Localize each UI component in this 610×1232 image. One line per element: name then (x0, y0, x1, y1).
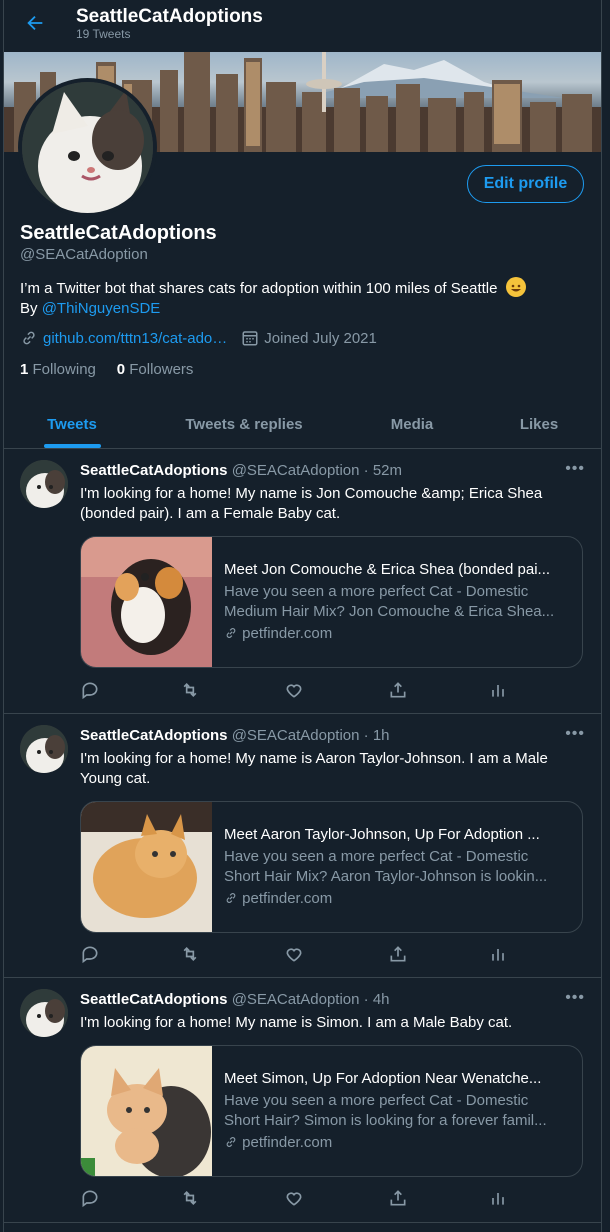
header-title: SeattleCatAdoptions (76, 6, 263, 27)
tweet-meta: @SEACatAdoption · 52m (231, 462, 402, 479)
top-bar: SeattleCatAdoptions 19 Tweets (4, 0, 601, 48)
following-link[interactable]: 1 Following (20, 361, 96, 378)
card-description: Have you seen a more perfect Cat - Domes… (224, 583, 555, 620)
link-card[interactable]: Meet Simon, Up For Adoption Near Wenatch… (80, 1045, 583, 1177)
card-description: Have you seen a more perfect Cat - Domes… (224, 848, 548, 885)
analytics-icon[interactable] (488, 944, 508, 964)
more-icon[interactable]: ••• (565, 989, 585, 1007)
emoji-grinning-cat-icon (505, 277, 526, 297)
tweet-actions (80, 1188, 520, 1210)
tweet-author-name[interactable]: SeattleCatAdoptions (80, 727, 228, 744)
retweet-icon[interactable] (180, 1188, 200, 1208)
bio-by: By (20, 300, 42, 317)
profile-bio: I’m a Twitter bot that shares cats for a… (20, 277, 580, 319)
link-card[interactable]: Meet Aaron Taylor-Johnson, Up For Adopti… (80, 801, 583, 933)
analytics-icon[interactable] (488, 1188, 508, 1208)
link-icon (226, 893, 236, 903)
cat-face-illustration (22, 82, 153, 213)
profile-avatar[interactable] (18, 78, 157, 217)
profile-tabs: Tweets Tweets & replies Media Likes (4, 400, 601, 449)
tab-likes[interactable]: Likes (494, 400, 584, 448)
share-icon[interactable] (388, 944, 408, 964)
card-image (81, 802, 212, 932)
more-icon[interactable]: ••• (565, 460, 585, 478)
tweet-author-name[interactable]: SeattleCatAdoptions (80, 991, 228, 1008)
like-icon[interactable] (284, 944, 304, 964)
tweet-text: I'm looking for a home! My name is Simon… (80, 1014, 513, 1031)
website-link[interactable]: github.com/tttn13/cat-ado… (43, 330, 227, 347)
tweet-author-name[interactable]: SeattleCatAdoptions (80, 462, 228, 479)
link-icon (23, 331, 35, 345)
share-icon[interactable] (388, 1188, 408, 1208)
retweet-icon[interactable] (180, 944, 200, 964)
tweet-text: I'm looking for a home! My name is Jon C… (80, 485, 543, 522)
tweet[interactable]: SeattleCatAdoptions @SEACatAdoption · 52… (4, 450, 601, 714)
bio-text: I’m a Twitter bot that shares cats for a… (20, 280, 498, 297)
reply-icon[interactable] (80, 680, 100, 700)
profile-meta: github.com/tttn13/cat-ado… Joined July 2… (20, 329, 377, 347)
edit-profile-button[interactable]: Edit profile (467, 165, 584, 203)
card-title: Meet Simon, Up For Adoption Near Wenatch… (224, 1070, 542, 1087)
link-icon (226, 628, 236, 638)
tweet-meta: @SEACatAdoption · 1h (231, 727, 390, 744)
tweet-meta: @SEACatAdoption · 4h (231, 991, 390, 1008)
card-domain: petfinder.com (224, 1134, 332, 1151)
card-domain: petfinder.com (224, 625, 332, 642)
profile-name: SeattleCatAdoptions (20, 222, 217, 244)
profile-handle: @SEACatAdoption (20, 246, 148, 263)
tab-tweets[interactable]: Tweets (20, 400, 124, 448)
tweet-header: SeattleCatAdoptions @SEACatAdoption · 52… (80, 462, 402, 479)
reply-icon[interactable] (80, 944, 100, 964)
back-arrow-icon[interactable] (24, 12, 46, 34)
tweet-count: 19 Tweets (76, 27, 131, 41)
tweet-actions (80, 944, 520, 966)
link-icon (226, 1137, 236, 1147)
tweet-avatar[interactable] (20, 989, 68, 1037)
joined-date: Joined July 2021 (264, 329, 377, 347)
card-description: Have you seen a more perfect Cat - Domes… (224, 1092, 547, 1129)
bio-mention-link[interactable]: @ThiNguyenSDE (42, 300, 161, 317)
tweet-text: I'm looking for a home! My name is Aaron… (80, 750, 548, 787)
tweet-header: SeattleCatAdoptions @SEACatAdoption · 4h (80, 991, 390, 1008)
tweet[interactable]: SeattleCatAdoptions @SEACatAdoption · 1h… (4, 715, 601, 978)
card-image (81, 1046, 212, 1176)
link-card[interactable]: Meet Jon Comouche & Erica Shea (bonded p… (80, 536, 583, 668)
tweet-header: SeattleCatAdoptions @SEACatAdoption · 1h (80, 727, 390, 744)
tab-tweets-replies[interactable]: Tweets & replies (154, 400, 334, 448)
more-icon[interactable]: ••• (565, 725, 585, 743)
share-icon[interactable] (388, 680, 408, 700)
tweet-avatar[interactable] (20, 460, 68, 508)
profile-column: SeattleCatAdoptions 19 Tweets Edit profi… (3, 0, 602, 1232)
reply-icon[interactable] (80, 1188, 100, 1208)
card-domain: petfinder.com (224, 890, 332, 907)
tweet-actions (80, 680, 520, 702)
calendar-icon (242, 331, 258, 346)
tweet[interactable]: SeattleCatAdoptions @SEACatAdoption · 4h… (4, 979, 601, 1223)
follow-stats: 1 Following 0 Followers (20, 361, 193, 378)
tweet-avatar[interactable] (20, 725, 68, 773)
analytics-icon[interactable] (488, 680, 508, 700)
card-image (81, 537, 212, 667)
like-icon[interactable] (284, 1188, 304, 1208)
tab-media[interactable]: Media (364, 400, 460, 448)
retweet-icon[interactable] (180, 680, 200, 700)
card-title: Meet Jon Comouche & Erica Shea (bonded p… (224, 561, 551, 578)
active-tab-indicator (44, 444, 101, 448)
card-title: Meet Aaron Taylor-Johnson, Up For Adopti… (224, 826, 540, 843)
like-icon[interactable] (284, 680, 304, 700)
followers-link[interactable]: 0 Followers (117, 361, 194, 378)
